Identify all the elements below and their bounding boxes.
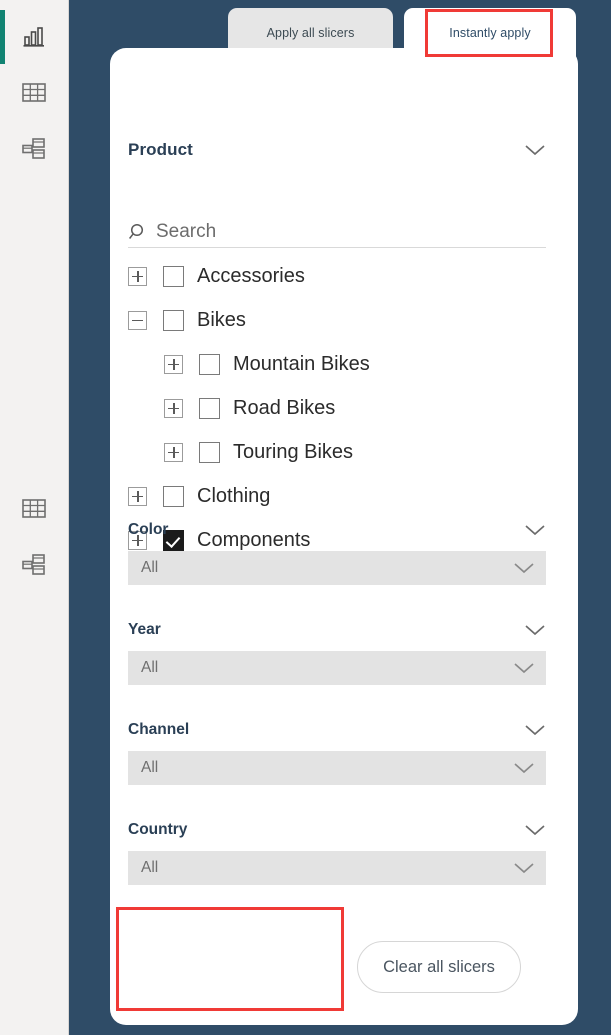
slicer-color: Color All xyxy=(128,518,546,585)
sidebar-item-model-view-2[interactable] xyxy=(0,538,68,592)
expand-plus-icon[interactable] xyxy=(128,266,147,286)
sidebar-item-data-view[interactable] xyxy=(0,66,68,120)
slicer-title: Channel xyxy=(128,721,190,738)
checkbox[interactable] xyxy=(163,485,184,507)
slicer-color-header[interactable]: Color xyxy=(128,518,546,542)
search-input[interactable]: Search xyxy=(128,216,546,248)
list-item[interactable]: Mountain Bikes xyxy=(128,342,558,386)
tab-label: Apply all slicers xyxy=(266,26,355,40)
expand-plus-icon[interactable] xyxy=(164,398,183,418)
checkbox[interactable] xyxy=(163,309,184,331)
clear-all-slicers-label: Clear all slicers xyxy=(383,957,495,976)
slicer-title: Color xyxy=(128,521,169,538)
slicer-color-dropdown[interactable]: All xyxy=(128,551,546,585)
checkbox[interactable] xyxy=(199,441,220,463)
list-item[interactable]: Accessories xyxy=(128,254,558,298)
list-item-label: Bikes xyxy=(197,308,246,331)
power-bi-slicer-page: Apply all slicers Instantly apply Produc… xyxy=(0,0,611,1035)
chevron-down-icon[interactable] xyxy=(524,623,546,637)
slicer-panel-card: Product Search Accessories Bikes Mountai… xyxy=(110,48,578,1025)
list-item[interactable]: Clothing xyxy=(128,474,558,518)
chevron-down-icon[interactable] xyxy=(513,561,535,575)
chevron-down-icon[interactable] xyxy=(513,661,535,675)
slicer-title: Year xyxy=(128,621,161,638)
slicer-country: Country All xyxy=(128,818,546,885)
expand-plus-icon[interactable] xyxy=(164,442,183,462)
chevron-down-icon[interactable] xyxy=(513,761,535,775)
product-slicer-header[interactable]: Product xyxy=(128,140,546,160)
search-icon xyxy=(128,222,150,242)
checkbox[interactable] xyxy=(199,353,220,375)
sidebar-item-model-view[interactable] xyxy=(0,122,68,176)
list-item-label: Road Bikes xyxy=(233,396,336,419)
chevron-down-icon[interactable] xyxy=(524,723,546,737)
selected-value: All xyxy=(141,759,159,776)
clear-all-slicers-button[interactable]: Clear all slicers xyxy=(357,941,521,993)
list-item[interactable]: Touring Bikes xyxy=(128,430,558,474)
list-item[interactable]: Road Bikes xyxy=(128,386,558,430)
slicer-country-dropdown[interactable]: All xyxy=(128,851,546,885)
left-nav-rail xyxy=(0,0,69,1035)
slicer-channel-dropdown[interactable]: All xyxy=(128,751,546,785)
product-tree: Accessories Bikes Mountain Bikes Road Bi… xyxy=(128,254,558,562)
table-icon xyxy=(20,80,48,106)
slicer-title: Country xyxy=(128,821,188,838)
list-item-label: Mountain Bikes xyxy=(233,352,370,375)
chevron-down-icon[interactable] xyxy=(524,143,546,157)
chevron-down-icon[interactable] xyxy=(524,523,546,537)
checkbox[interactable] xyxy=(163,265,184,287)
chevron-down-icon[interactable] xyxy=(513,861,535,875)
list-item-label: Accessories xyxy=(197,264,305,287)
sidebar-item-data-view-2[interactable] xyxy=(0,482,68,536)
table-icon xyxy=(20,496,48,522)
slicer-channel-header[interactable]: Channel xyxy=(128,718,546,742)
search-placeholder: Search xyxy=(156,220,217,242)
selected-value: All xyxy=(141,559,159,576)
expand-plus-icon[interactable] xyxy=(164,354,183,374)
slicer-country-header[interactable]: Country xyxy=(128,818,546,842)
slicer-year-dropdown[interactable]: All xyxy=(128,651,546,685)
model-relationships-icon xyxy=(20,552,48,578)
slicer-channel: Channel All xyxy=(128,718,546,785)
list-item-label: Touring Bikes xyxy=(233,440,354,463)
selected-value: All xyxy=(141,859,159,876)
slicer-year: Year All xyxy=(128,618,546,685)
active-indicator-bar xyxy=(0,10,5,64)
list-item-label: Clothing xyxy=(197,484,271,507)
expand-plus-icon[interactable] xyxy=(128,486,147,506)
chevron-down-icon[interactable] xyxy=(524,823,546,837)
model-relationships-icon xyxy=(20,136,48,162)
collapse-minus-icon[interactable] xyxy=(128,310,147,330)
tab-label: Instantly apply xyxy=(449,26,531,40)
sidebar-item-report-view[interactable] xyxy=(0,10,68,64)
selected-value: All xyxy=(141,659,159,676)
slicer-year-header[interactable]: Year xyxy=(128,618,546,642)
checkbox[interactable] xyxy=(199,397,220,419)
bar-chart-icon xyxy=(21,24,47,50)
page-title: Product xyxy=(128,140,193,159)
list-item[interactable]: Bikes xyxy=(128,298,558,342)
